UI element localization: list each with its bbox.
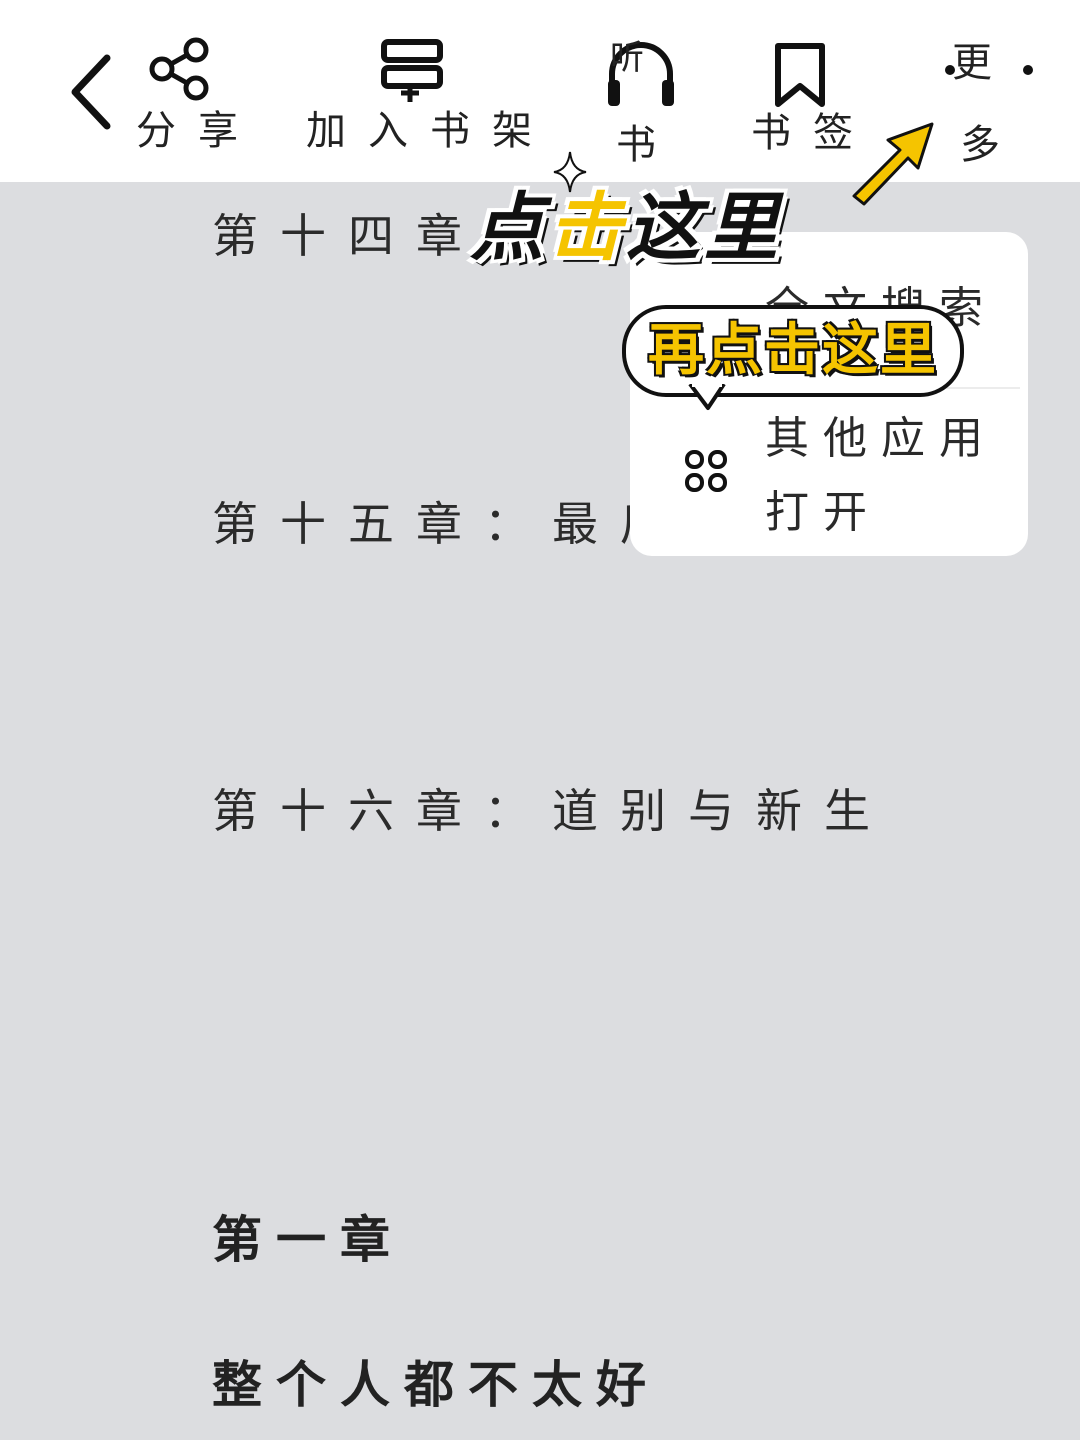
listen-label: 书 (616, 122, 678, 168)
click-again-bubble: 再点击这里 (622, 305, 964, 397)
chapter-16-title[interactable]: 第十六章：道别与新生 (212, 775, 892, 841)
share-label: 分享 (136, 108, 260, 154)
share-icon (149, 37, 209, 101)
add-to-shelf-button[interactable]: 加入书架 (300, 30, 540, 170)
more-label: 多 (960, 122, 1022, 168)
click-here-part1: 点 (470, 185, 548, 271)
add-shelf-icon (381, 39, 443, 102)
click-here-part2: 击 (548, 185, 626, 271)
menu-item-label: 其他应用打开 (765, 413, 997, 538)
share-button[interactable]: 分享 (130, 30, 250, 170)
listen-label-top: 听 (610, 38, 644, 78)
yellow-arrow-icon (852, 122, 934, 206)
click-here-part3: 这里 (626, 185, 782, 271)
click-here-annotation: 点击这里 (470, 168, 782, 275)
click-again-text: 再点击这里 (648, 318, 938, 383)
more-dots-icon (945, 65, 1033, 75)
apps-grid-icon (685, 450, 727, 492)
menu-item-open-in-other-app[interactable]: 其他应用打开 (630, 392, 1028, 542)
listen-button[interactable]: 听 书 (590, 30, 690, 170)
more-button[interactable]: 更 多 (930, 30, 1040, 170)
chapter-15-title[interactable]: 第十五章：最后 (212, 488, 688, 554)
bubble-tail-icon (688, 384, 726, 410)
add-shelf-label: 加入书架 (306, 108, 554, 154)
body-paragraph: 整个人都不太好 (212, 1355, 660, 1414)
bookmark-icon (775, 43, 825, 107)
chevron-left-icon (71, 54, 111, 130)
back-button[interactable] (55, 30, 135, 170)
chapter-1-heading: 第一章 (212, 1210, 404, 1269)
